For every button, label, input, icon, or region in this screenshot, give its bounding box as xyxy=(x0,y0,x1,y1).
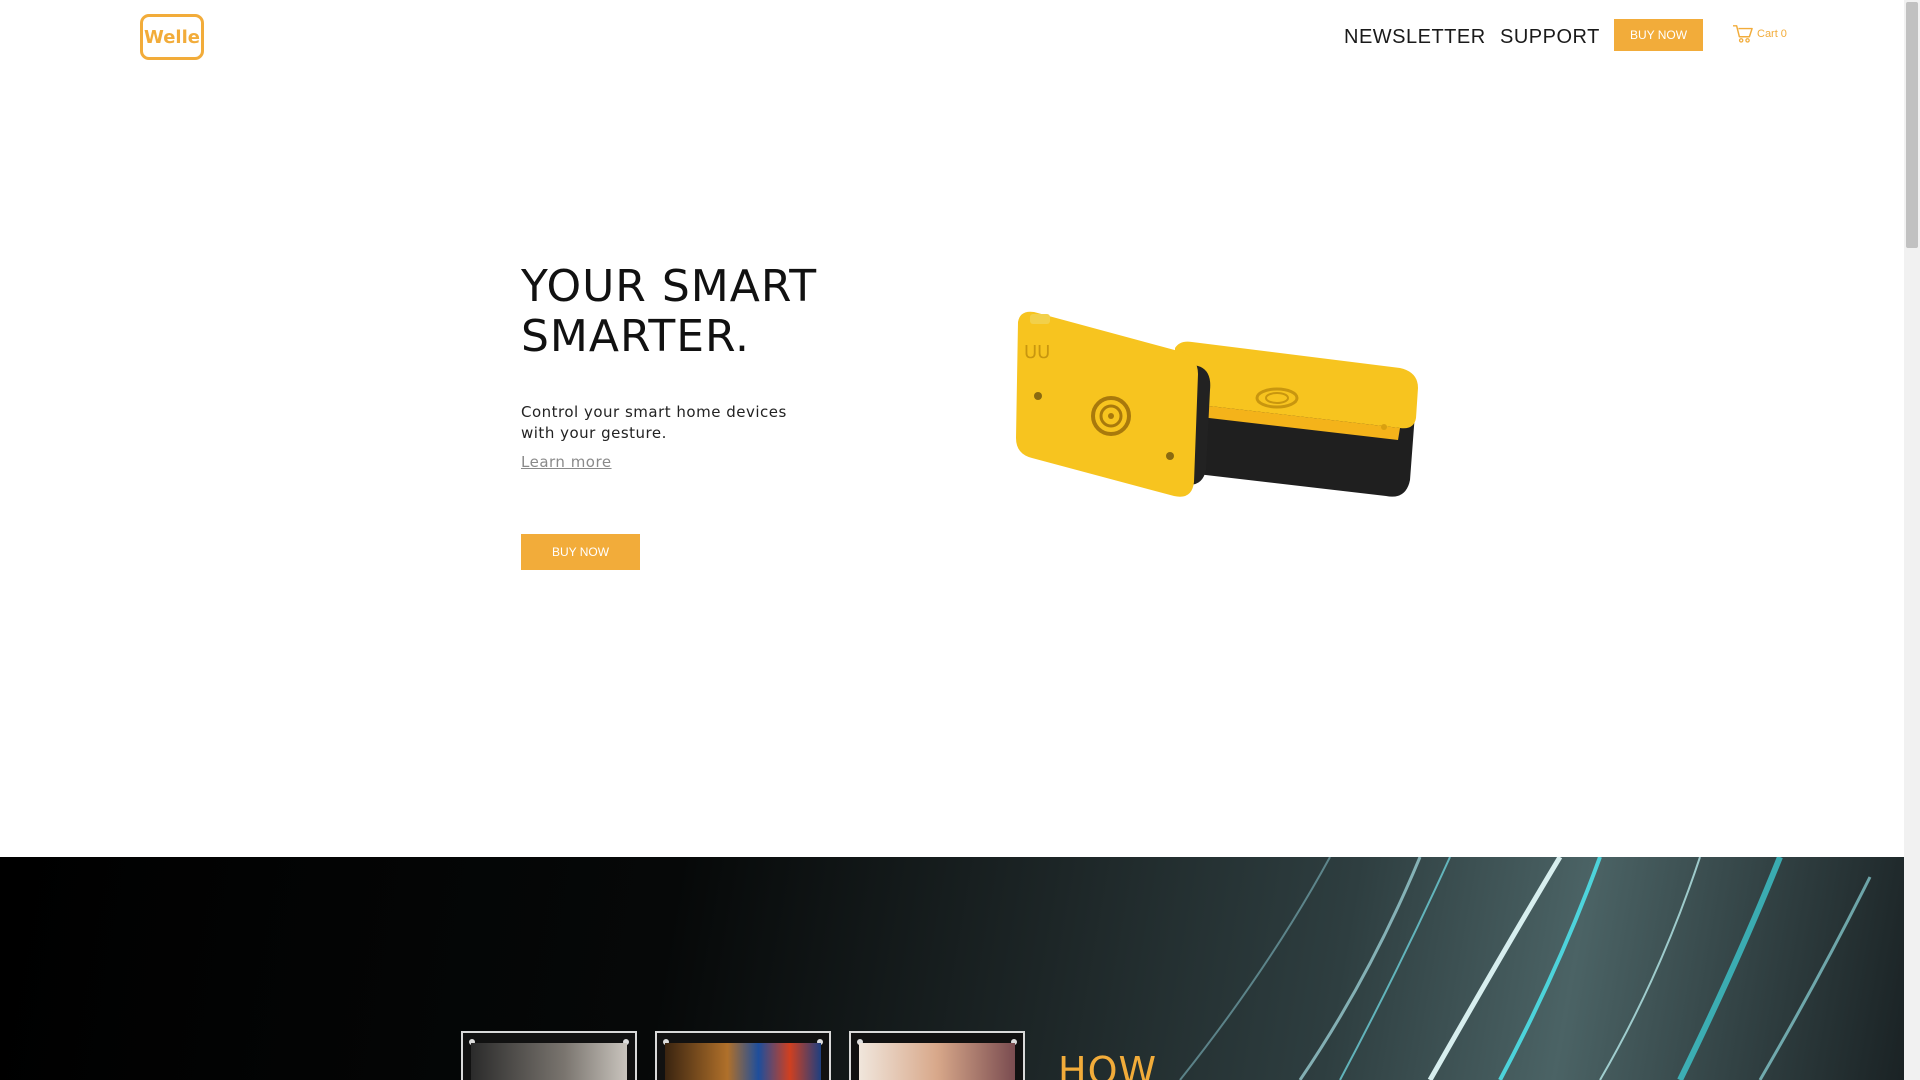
city-tv-photo-icon xyxy=(665,1043,821,1080)
bedroom-photo-icon xyxy=(471,1043,627,1080)
hero-title-line1: YOUR SMART xyxy=(521,261,818,312)
product-image: UU xyxy=(1016,311,1418,497)
hero-title: YOUR SMART SMARTER. xyxy=(521,262,851,362)
thumbnail-bedroom[interactable] xyxy=(461,1031,637,1080)
thumbnail-lamp[interactable] xyxy=(849,1031,1025,1080)
nav-newsletter[interactable]: NEWSLETTER xyxy=(1344,26,1486,49)
device-back xyxy=(1175,341,1418,497)
scrollbar[interactable] xyxy=(1904,0,1920,1080)
learn-more-link[interactable]: Learn more xyxy=(521,453,612,471)
welle-logo[interactable]: Welle xyxy=(140,14,204,60)
cart-button[interactable]: Cart 0 xyxy=(1732,24,1787,44)
lamp-photo-icon xyxy=(859,1043,1015,1080)
logo-text: Welle xyxy=(144,26,200,48)
hero-description: Control your smart home devices with you… xyxy=(521,403,787,442)
hero-buy-now-button[interactable]: BUY NOW xyxy=(521,534,640,570)
hero-title-line2: SMARTER. xyxy=(521,311,751,362)
scrollbar-thumb[interactable] xyxy=(1906,2,1918,248)
cart-icon xyxy=(1733,25,1753,43)
how-section: HOW xyxy=(0,857,1904,1080)
cart-count: 0 xyxy=(1780,28,1787,40)
svg-text:UU: UU xyxy=(1024,342,1050,363)
device-front: UU xyxy=(1016,311,1211,497)
thumbnail-city-tv[interactable] xyxy=(655,1031,831,1080)
nav-support[interactable]: SUPPORT xyxy=(1500,26,1600,49)
cart-label: Cart xyxy=(1757,28,1778,40)
how-heading: HOW xyxy=(1058,1049,1158,1080)
header-buy-now-button[interactable]: BUY NOW xyxy=(1614,19,1703,51)
